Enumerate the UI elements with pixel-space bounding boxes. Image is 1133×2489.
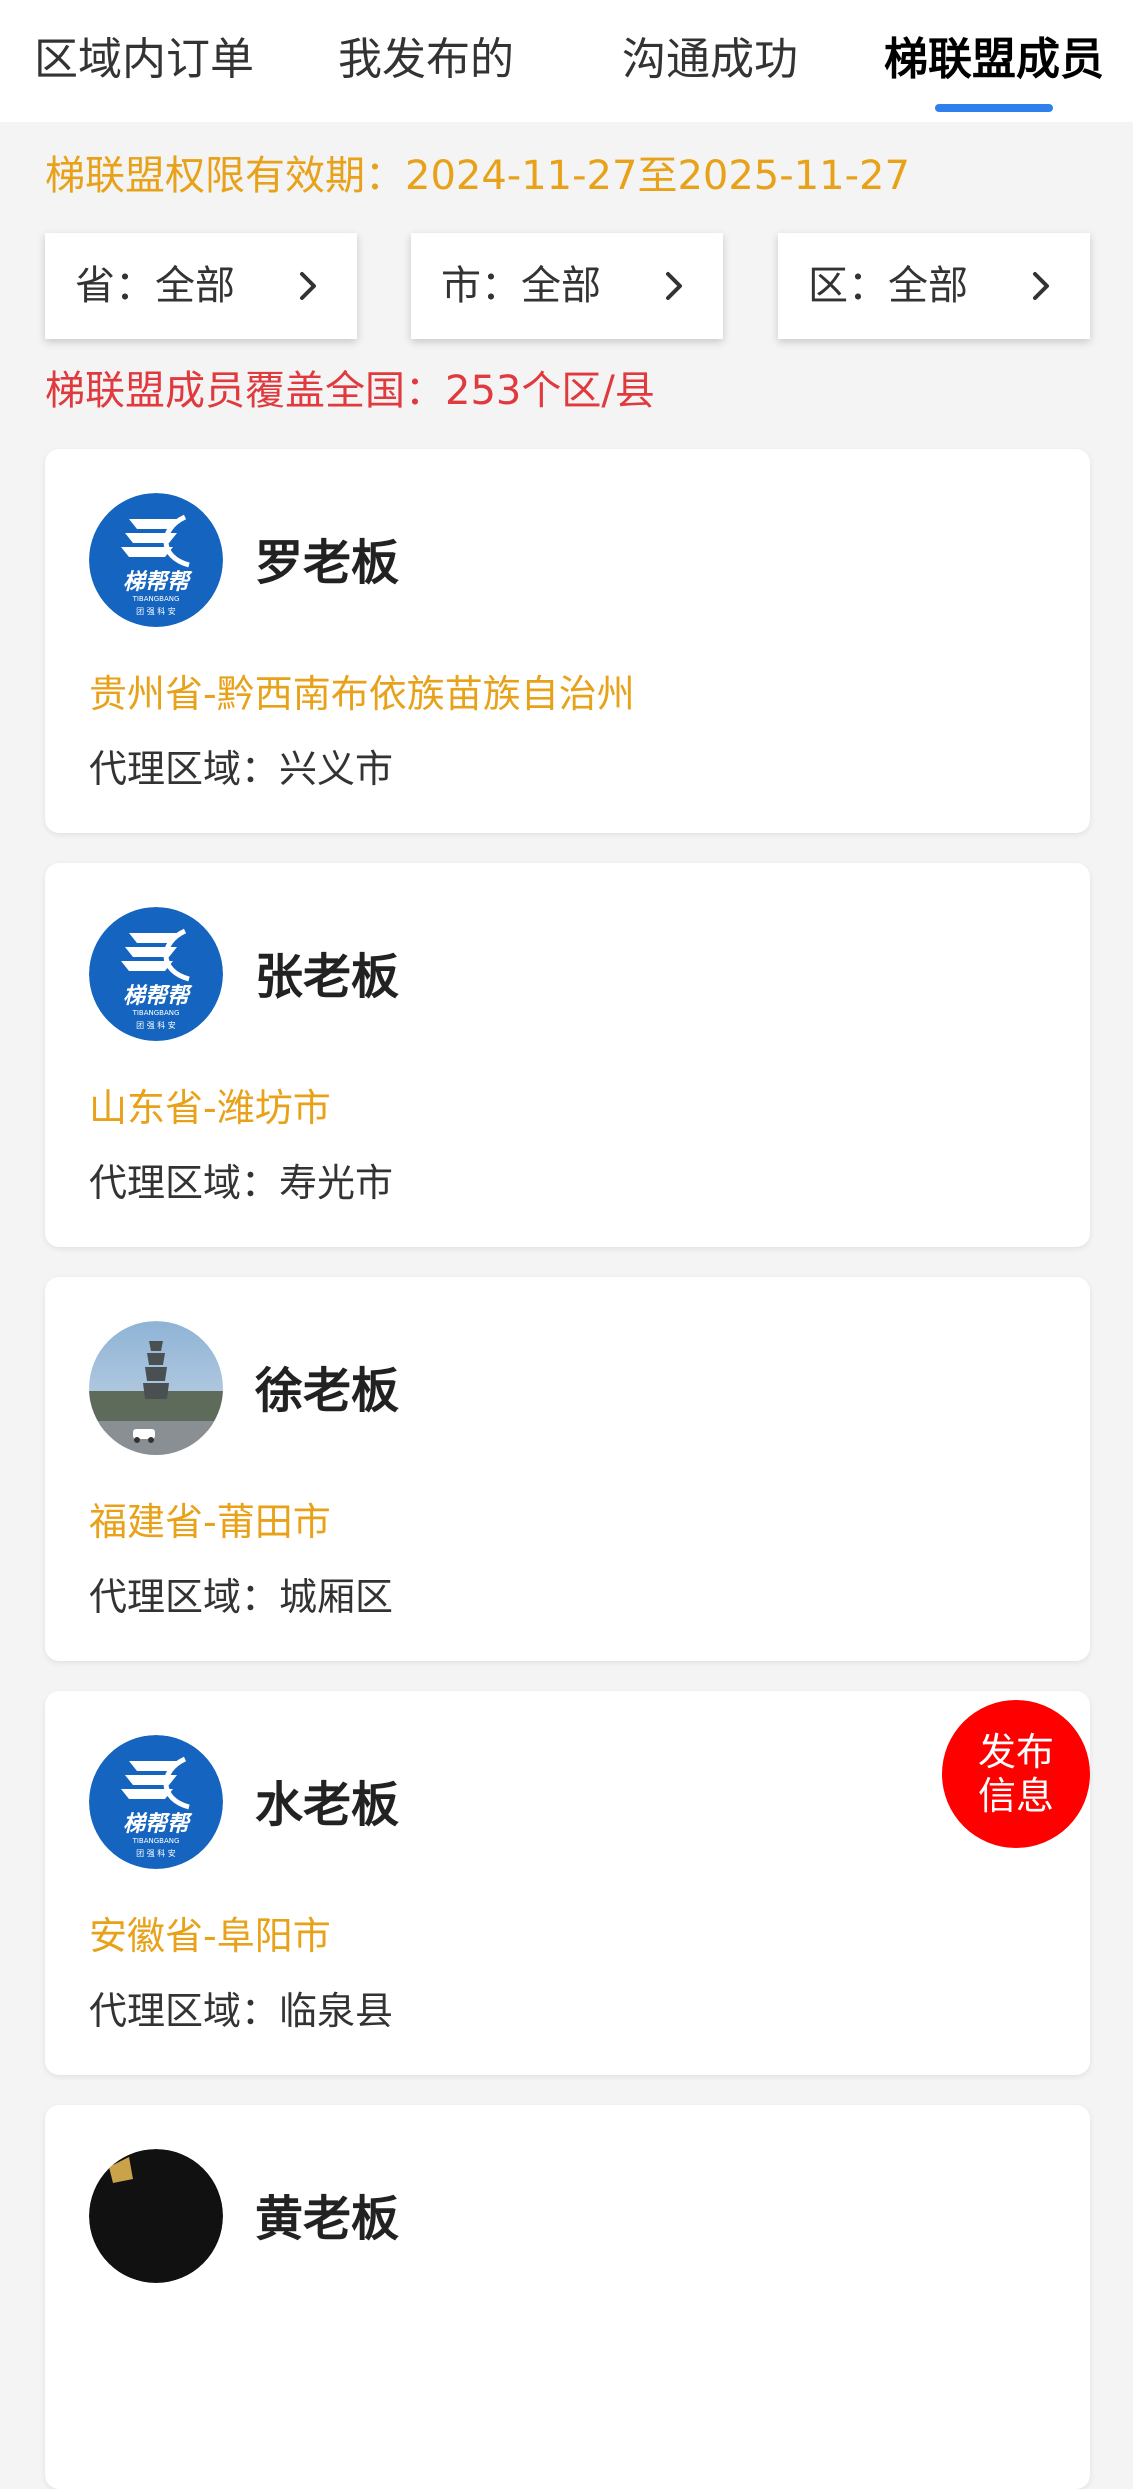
district-filter-label: 区：全部 <box>808 263 968 309</box>
member-agent-area: 代理区域：兴义市 <box>89 747 394 791</box>
member-name: 黄老板 <box>255 2191 400 2247</box>
member-region: 贵州省-黔西南布依族苗族自治州 <box>89 672 635 716</box>
city-filter[interactable]: 市：全部 <box>411 233 723 339</box>
publish-info-line2: 信息 <box>977 1774 1054 1818</box>
province-filter-label: 省：全部 <box>75 263 235 309</box>
district-filter[interactable]: 区：全部 <box>778 233 1090 339</box>
member-card[interactable]: 徐老板 福建省-莆田市 代理区域：城厢区 <box>45 1277 1090 1661</box>
svg-text:团 强 科 安: 团 强 科 安 <box>136 606 176 616</box>
member-name: 张老板 <box>255 949 400 1005</box>
province-filter[interactable]: 省：全部 <box>45 233 357 339</box>
validity-text: 梯联盟权限有效期：2024-11-27至2025-11-27 <box>45 153 910 199</box>
member-card[interactable]: 黄老板 <box>45 2105 1090 2489</box>
member-agent-area: 代理区域：寿光市 <box>89 1161 394 1205</box>
member-agent-area: 代理区域：临泉县 <box>89 1989 394 2033</box>
member-card[interactable]: 梯帮帮 TIBANGBANG 团 强 科 安 罗老板 贵州省-黔西南布依族苗族自… <box>45 449 1090 833</box>
svg-text:TIBANGBANG: TIBANGBANG <box>132 1837 180 1845</box>
publish-info-button[interactable]: 发布 信息 <box>942 1700 1090 1848</box>
chevron-right-icon <box>666 272 682 300</box>
svg-text:梯帮帮: 梯帮帮 <box>123 984 193 1009</box>
city-filter-label: 市：全部 <box>441 263 601 309</box>
member-region: 福建省-莆田市 <box>89 1500 331 1544</box>
dark-avatar-icon <box>89 2149 223 2283</box>
publish-info-line1: 发布 <box>977 1730 1054 1774</box>
chevron-right-icon <box>300 272 316 300</box>
avatar <box>89 2149 223 2283</box>
member-name: 水老板 <box>255 1777 400 1833</box>
tab-alliance-members[interactable]: 梯联盟成员 <box>884 30 1104 90</box>
pagoda-photo-icon <box>89 1321 223 1455</box>
svg-text:团 强 科 安: 团 强 科 安 <box>136 1848 176 1858</box>
active-tab-indicator <box>935 104 1053 112</box>
chevron-right-icon <box>1033 272 1049 300</box>
tab-regional-orders[interactable]: 区域内订单 <box>34 30 254 90</box>
top-tab-bar: 区域内订单 我发布的 沟通成功 梯联盟成员 <box>0 0 1133 122</box>
svg-text:TIBANGBANG: TIBANGBANG <box>132 595 180 603</box>
member-card[interactable]: 梯帮帮 TIBANGBANG 团 强 科 安 张老板 山东省-潍坊市 代理区域：… <box>45 863 1090 1247</box>
member-region: 山东省-潍坊市 <box>89 1086 331 1130</box>
tab-communication-success[interactable]: 沟通成功 <box>622 30 798 90</box>
member-name: 徐老板 <box>255 1363 400 1419</box>
member-name: 罗老板 <box>255 535 400 591</box>
member-agent-area: 代理区域：城厢区 <box>89 1575 394 1619</box>
avatar: 梯帮帮 TIBANGBANG 团 强 科 安 <box>89 493 223 627</box>
avatar: 梯帮帮 TIBANGBANG 团 强 科 安 <box>89 907 223 1041</box>
member-region: 安徽省-阜阳市 <box>89 1914 331 1958</box>
svg-text:团 强 科 安: 团 强 科 安 <box>136 1020 176 1030</box>
tibangbang-logo-icon: 梯帮帮 TIBANGBANG 团 强 科 安 <box>89 907 223 1041</box>
svg-text:TIBANGBANG: TIBANGBANG <box>132 1009 180 1017</box>
member-card[interactable]: 梯帮帮 TIBANGBANG 团 强 科 安 水老板 安徽省-阜阳市 代理区域：… <box>45 1691 1090 2075</box>
svg-text:梯帮帮: 梯帮帮 <box>123 1812 193 1837</box>
svg-text:梯帮帮: 梯帮帮 <box>123 570 193 595</box>
avatar: 梯帮帮 TIBANGBANG 团 强 科 安 <box>89 1735 223 1869</box>
avatar <box>89 1321 223 1455</box>
tibangbang-logo-icon: 梯帮帮 TIBANGBANG 团 强 科 安 <box>89 493 223 627</box>
tibangbang-logo-icon: 梯帮帮 TIBANGBANG 团 强 科 安 <box>89 1735 223 1869</box>
tab-my-published[interactable]: 我发布的 <box>338 30 514 90</box>
coverage-text: 梯联盟成员覆盖全国：253个区/县 <box>45 368 655 414</box>
